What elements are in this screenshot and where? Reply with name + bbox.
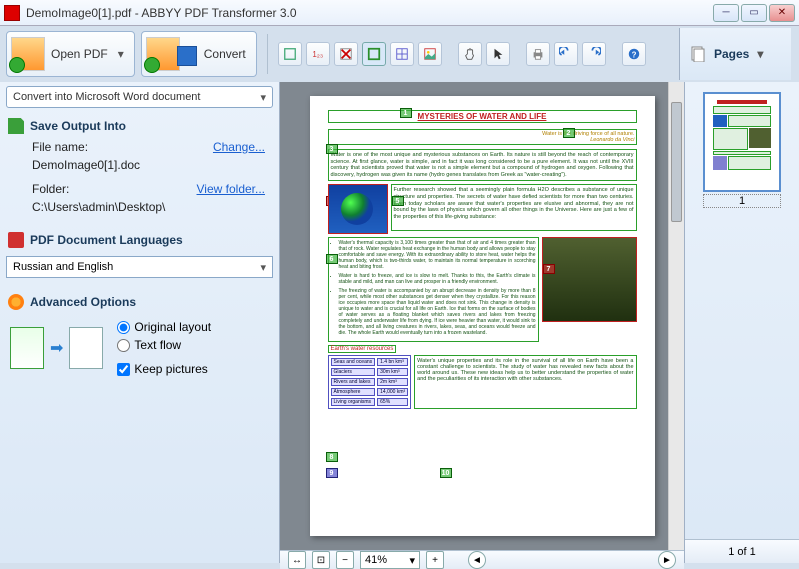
image-region-button[interactable]	[418, 42, 442, 66]
folder-value: C:\Users\admin\Desktop\	[32, 200, 165, 214]
region-marker[interactable]: 7	[543, 264, 555, 274]
redo-button[interactable]	[582, 42, 606, 66]
page-content: 1 MYSTERIES OF WATER AND LIFE 2 Water is…	[310, 96, 655, 536]
zoom-out-button[interactable]: −	[336, 551, 354, 569]
status-bar: ↔ ⊡ − 41%▾ + ◄ ►	[280, 550, 684, 569]
original-layout-radio[interactable]: Original layout	[117, 320, 211, 334]
thumbnail-number: 1	[703, 194, 781, 208]
filename-label: File name:	[32, 140, 88, 154]
region-marker[interactable]: 2	[563, 128, 575, 138]
fit-width-button[interactable]: ↔	[288, 551, 306, 569]
region-marker[interactable]: 8	[326, 452, 338, 462]
fit-page-button[interactable]: ⊡	[312, 551, 330, 569]
table-region-button[interactable]	[390, 42, 414, 66]
convert-button[interactable]: Convert	[141, 31, 257, 77]
language-combo[interactable]: Russian and English	[6, 256, 273, 278]
region-marker[interactable]: 5	[392, 196, 404, 206]
doc-table: Seas and oceans1.4 bn km³ Glaciers30m km…	[328, 355, 412, 409]
change-filename-link[interactable]: Change...	[213, 140, 265, 154]
print-button[interactable]	[526, 42, 550, 66]
text-region-button[interactable]	[362, 42, 386, 66]
maximize-button[interactable]: ▭	[741, 4, 767, 22]
svg-text:?: ?	[631, 51, 636, 60]
title-bar: DemoImage0[1].pdf - ABBYY PDF Transforme…	[0, 0, 799, 26]
help-button[interactable]: ?	[622, 42, 646, 66]
doc-title: MYSTERIES OF WATER AND LIFE	[328, 110, 637, 123]
pages-icon	[690, 46, 706, 62]
doc-image-waterfall	[542, 237, 637, 322]
vertical-scrollbar[interactable]	[668, 82, 684, 550]
doc-image-earth	[328, 184, 388, 234]
delete-region-button[interactable]	[334, 42, 358, 66]
region-marker[interactable]: 10	[440, 468, 452, 478]
hand-tool-button[interactable]	[458, 42, 482, 66]
open-pdf-button[interactable]: Open PDF ▾	[6, 31, 135, 77]
region-tool-button[interactable]	[278, 42, 302, 66]
next-page-button[interactable]: ►	[658, 551, 676, 569]
folder-label: Folder:	[32, 182, 69, 196]
pdf-lang-icon	[8, 232, 24, 248]
zoom-combo[interactable]: 41%▾	[360, 551, 420, 569]
save-icon	[8, 118, 24, 134]
document-view: 1 MYSTERIES OF WATER AND LIFE 2 Water is…	[280, 82, 684, 563]
zoom-in-button[interactable]: +	[426, 551, 444, 569]
save-output-heading: Save Output Into	[0, 112, 279, 138]
page-thumbnail[interactable]	[703, 92, 781, 192]
app-icon	[4, 5, 20, 21]
pages-panel: 1 1 of 1	[684, 82, 799, 563]
prev-page-button[interactable]: ◄	[468, 551, 486, 569]
pages-heading[interactable]: Pages ▾	[679, 28, 791, 80]
convert-format-combo[interactable]: Convert into Microsoft Word document	[6, 86, 273, 108]
open-pdf-icon	[11, 37, 45, 71]
document-scroll[interactable]: 1 MYSTERIES OF WATER AND LIFE 2 Water is…	[280, 82, 684, 550]
undo-button[interactable]	[554, 42, 578, 66]
arrow-icon: ➡	[50, 338, 63, 358]
gear-icon	[8, 294, 24, 310]
text-flow-radio[interactable]: Text flow	[117, 338, 211, 352]
filename-value: DemoImage0[1].doc	[32, 158, 140, 172]
minimize-button[interactable]: ─	[713, 4, 739, 22]
pointer-tool-button[interactable]	[486, 42, 510, 66]
region-marker[interactable]: 3	[326, 144, 338, 154]
page-counter: 1 of 1	[685, 539, 799, 563]
order-tool-button[interactable]: 1₂₃	[306, 42, 330, 66]
layout-preview: ➡	[10, 327, 103, 369]
view-folder-link[interactable]: View folder...	[197, 182, 265, 196]
region-marker[interactable]: 6	[326, 254, 338, 264]
close-button[interactable]: ✕	[769, 4, 795, 22]
languages-heading: PDF Document Languages	[0, 226, 279, 252]
dropdown-icon: ▾	[118, 47, 124, 61]
keep-pictures-checkbox[interactable]: Keep pictures	[117, 362, 211, 376]
advanced-heading: Advanced Options	[0, 288, 279, 314]
options-panel: Convert into Microsoft Word document Sav…	[0, 82, 280, 563]
convert-icon	[146, 37, 180, 71]
region-marker[interactable]: 1	[400, 108, 412, 118]
window-title: DemoImage0[1].pdf - ABBYY PDF Transforme…	[26, 6, 713, 20]
region-marker[interactable]: 9	[326, 468, 338, 478]
